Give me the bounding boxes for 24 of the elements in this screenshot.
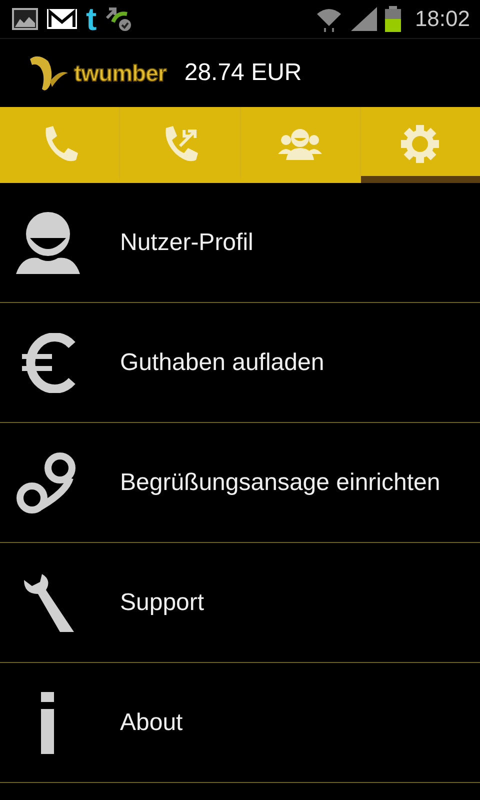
menu-label: About [120,708,183,736]
menu-label: Begrüßungsansage einrichten [120,468,440,496]
menu-label: Nutzer-Profil [120,228,254,256]
sync-icon [104,6,133,32]
menu-label: Support [120,588,204,616]
wifi-icon [314,6,343,32]
menu-item[interactable]: About [0,663,480,783]
logo-text: twumber [74,60,166,86]
menu-item[interactable]: Nutzer-Profil [0,183,480,303]
menu-item[interactable]: Begrüßungsansage einrichten [0,423,480,543]
menu-label: Guthaben aufladen [120,348,324,376]
settings-icon [400,124,440,164]
user-icon [16,212,80,274]
signal-icon [350,7,377,31]
balance: 28.74 EUR [184,59,302,87]
mail-icon [46,8,78,30]
info-icon [40,692,56,754]
tumblr-notification: t [86,3,97,35]
gallery-icon [12,8,38,30]
euro-icon [20,332,76,392]
clock: 18:02 [414,6,470,32]
menu-item[interactable]: Support [0,543,480,663]
menu-item[interactable]: Guthaben aufladen [0,303,480,423]
battery-icon [384,6,401,32]
